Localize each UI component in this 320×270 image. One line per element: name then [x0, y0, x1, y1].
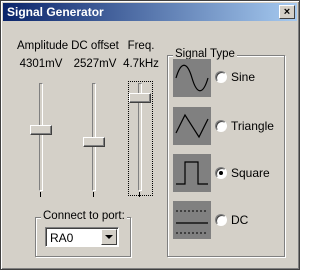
port-select[interactable]: RA0 — [45, 227, 119, 247]
port-select-value: RA0 — [50, 231, 74, 245]
radio-square[interactable] — [215, 167, 227, 179]
freq-slider-thumb[interactable] — [129, 93, 151, 103]
dc-offset-slider-thumb[interactable] — [83, 137, 105, 147]
dc-offset-slider-tick — [93, 192, 94, 197]
triangle-wave-icon[interactable] — [173, 107, 211, 145]
freq-label: Freq. — [127, 40, 155, 52]
freq-slider-tick — [139, 192, 140, 197]
port-dropdown-button[interactable] — [101, 229, 117, 245]
radio-dc[interactable] — [215, 214, 227, 226]
connect-port-title: Connect to port: — [41, 209, 127, 223]
radio-triangle[interactable] — [215, 120, 227, 132]
dc-offset-label: DC offset — [71, 40, 119, 52]
amplitude-label: Amplitude — [17, 40, 69, 52]
sine-wave-icon[interactable] — [173, 59, 211, 97]
dc-offset-value: 2527mV — [73, 58, 117, 70]
label-square[interactable]: Square — [231, 166, 270, 180]
signal-generator-window: Signal Generator × Amplitude 4301mV DC o… — [0, 0, 300, 270]
amplitude-slider-track[interactable] — [39, 83, 43, 191]
radio-square-dot — [219, 171, 223, 175]
freq-value: 4.7kHz — [123, 58, 159, 70]
window-title: Signal Generator — [7, 5, 104, 19]
label-sine[interactable]: Sine — [231, 70, 255, 84]
title-bar[interactable]: Signal Generator × — [3, 3, 297, 21]
label-dc[interactable]: DC — [231, 213, 248, 227]
amplitude-slider-thumb[interactable] — [30, 125, 52, 135]
dc-level-icon[interactable] — [173, 201, 211, 239]
radio-sine[interactable] — [215, 71, 227, 83]
amplitude-value: 4301mV — [19, 58, 63, 70]
close-button[interactable]: × — [279, 5, 295, 19]
label-triangle[interactable]: Triangle — [231, 119, 274, 133]
square-wave-icon[interactable] — [173, 154, 211, 192]
chevron-down-icon — [105, 235, 113, 239]
amplitude-slider-tick — [40, 192, 41, 197]
